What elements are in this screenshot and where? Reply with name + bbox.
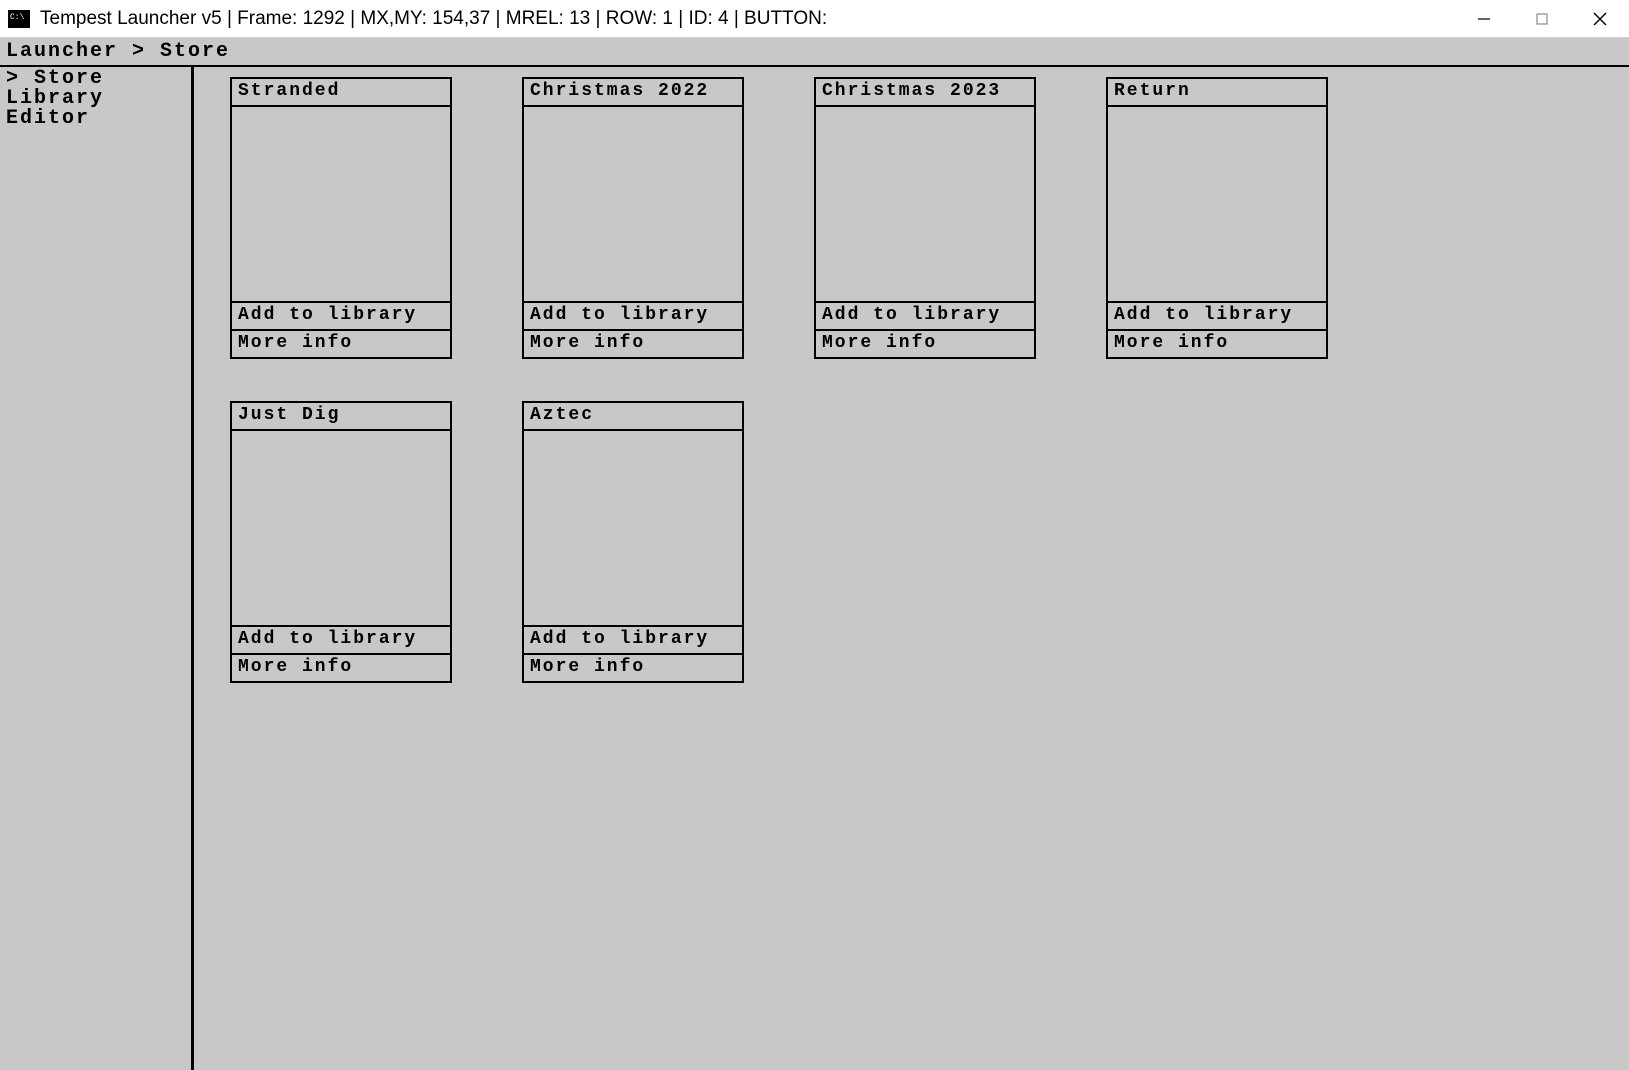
breadcrumb: Launcher > Store [0, 38, 1629, 67]
sidebar-item-library[interactable]: Library [6, 89, 191, 109]
app-icon [8, 10, 30, 28]
card-title: Return [1108, 79, 1326, 107]
card-thumbnail [232, 431, 450, 627]
store-grid: Stranded Add to library More info Christ… [230, 77, 1617, 683]
card-title: Stranded [232, 79, 450, 107]
add-to-library-button[interactable]: Add to library [232, 627, 450, 655]
store-panel: Stranded Add to library More info Christ… [194, 67, 1629, 1070]
store-card: Christmas 2022 Add to library More info [522, 77, 744, 359]
card-thumbnail [524, 107, 742, 303]
more-info-button[interactable]: More info [232, 655, 450, 681]
close-button[interactable] [1571, 0, 1629, 37]
maximize-icon [1535, 12, 1549, 26]
sidebar-item-store[interactable]: > Store [6, 69, 191, 89]
add-to-library-button[interactable]: Add to library [524, 627, 742, 655]
window-title: Tempest Launcher v5 | Frame: 1292 | MX,M… [40, 8, 1455, 30]
store-card: Aztec Add to library More info [522, 401, 744, 683]
minimize-icon [1477, 12, 1491, 26]
card-thumbnail [816, 107, 1034, 303]
store-card: Stranded Add to library More info [230, 77, 452, 359]
store-card: Christmas 2023 Add to library More info [814, 77, 1036, 359]
store-card: Just Dig Add to library More info [230, 401, 452, 683]
minimize-button[interactable] [1455, 0, 1513, 37]
card-thumbnail [1108, 107, 1326, 303]
card-thumbnail [232, 107, 450, 303]
card-title: Aztec [524, 403, 742, 431]
more-info-button[interactable]: More info [816, 331, 1034, 357]
add-to-library-button[interactable]: Add to library [1108, 303, 1326, 331]
store-card: Return Add to library More info [1106, 77, 1328, 359]
add-to-library-button[interactable]: Add to library [232, 303, 450, 331]
more-info-button[interactable]: More info [524, 655, 742, 681]
sidebar: > Store Library Editor [0, 67, 194, 1070]
card-title: Christmas 2022 [524, 79, 742, 107]
more-info-button[interactable]: More info [232, 331, 450, 357]
sidebar-item-editor[interactable]: Editor [6, 109, 191, 129]
maximize-button[interactable] [1513, 0, 1571, 37]
window-titlebar: Tempest Launcher v5 | Frame: 1292 | MX,M… [0, 0, 1629, 38]
card-thumbnail [524, 431, 742, 627]
breadcrumb-text: Launcher > Store [6, 40, 230, 63]
more-info-button[interactable]: More info [1108, 331, 1326, 357]
add-to-library-button[interactable]: Add to library [524, 303, 742, 331]
card-title: Christmas 2023 [816, 79, 1034, 107]
window-controls [1455, 0, 1629, 37]
card-title: Just Dig [232, 403, 450, 431]
add-to-library-button[interactable]: Add to library [816, 303, 1034, 331]
close-icon [1592, 11, 1608, 27]
more-info-button[interactable]: More info [524, 331, 742, 357]
sidebar-item-label: Editor [6, 107, 90, 130]
